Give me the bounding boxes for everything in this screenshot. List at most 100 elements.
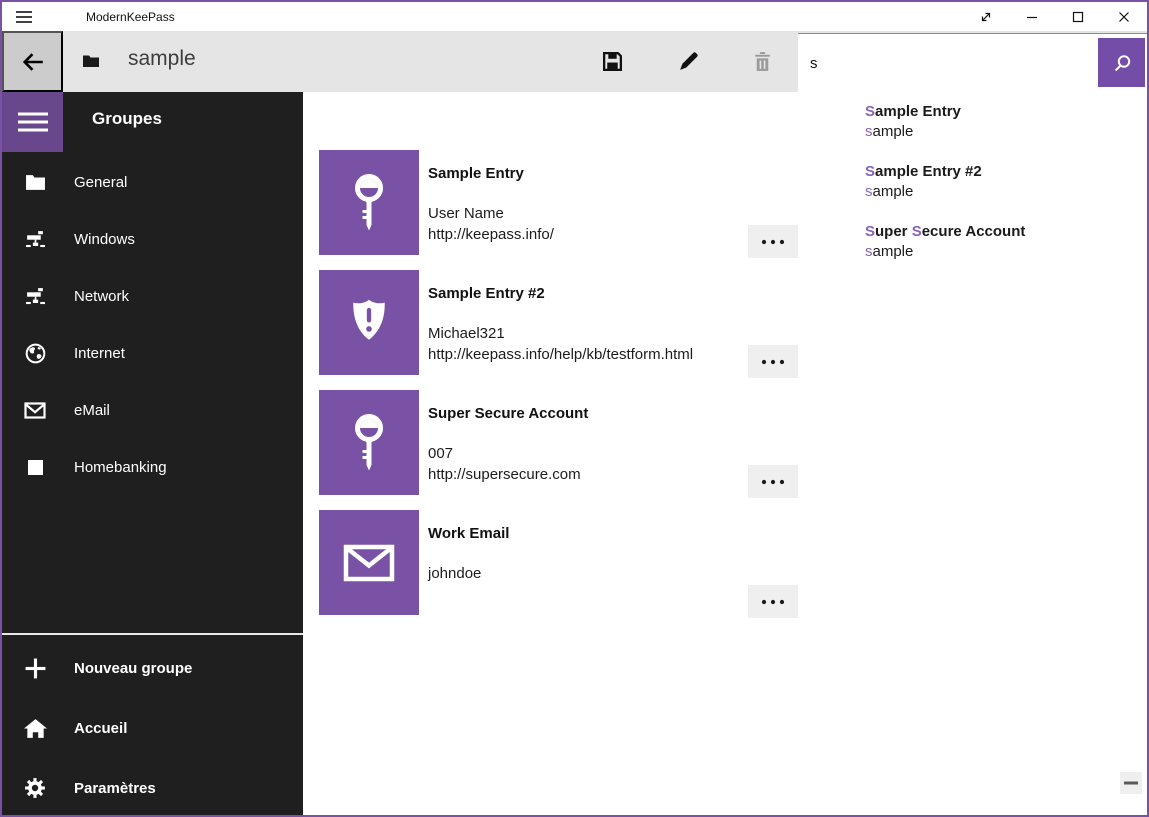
more-button[interactable] bbox=[748, 345, 798, 378]
delete-icon bbox=[751, 50, 774, 73]
sidebar-item-label: General bbox=[74, 174, 127, 191]
hamburger-icon bbox=[18, 111, 48, 133]
entry-row[interactable]: Super Secure Account 007 http://supersec… bbox=[319, 390, 839, 495]
search-box bbox=[798, 33, 1147, 92]
search-button[interactable] bbox=[1098, 38, 1145, 87]
group-title: sample bbox=[128, 47, 196, 71]
sidebar-hamburger-button[interactable] bbox=[2, 92, 63, 152]
search-result-title: Sample Entry #2 bbox=[865, 162, 1135, 182]
more-button[interactable] bbox=[748, 225, 798, 258]
sidebar-item-network[interactable]: Network bbox=[2, 268, 303, 325]
more-icon bbox=[759, 599, 787, 605]
entry-row[interactable]: Sample Entry #2 Michael321 http://keepas… bbox=[319, 270, 839, 375]
sidebar-divider bbox=[2, 633, 303, 635]
more-icon bbox=[759, 359, 787, 365]
sidebar-item-label: Paramètres bbox=[74, 780, 156, 797]
zoom-out-button[interactable] bbox=[1120, 772, 1142, 794]
home-icon bbox=[23, 718, 47, 739]
sidebar-item-label: Windows bbox=[74, 231, 135, 248]
sidebar-item-label: Network bbox=[74, 288, 129, 305]
sidebar-item-windows[interactable]: Windows bbox=[2, 211, 303, 268]
entry-tile bbox=[319, 150, 419, 255]
entry-url: http://keepass.info/ bbox=[428, 224, 554, 245]
entry-text: Super Secure Account 007 http://supersec… bbox=[428, 390, 588, 495]
sidebar-item-new-group[interactable]: Nouveau groupe bbox=[2, 638, 303, 698]
sidebar-item-label: Nouveau groupe bbox=[74, 660, 192, 677]
mail-icon bbox=[343, 544, 395, 582]
entry-tile bbox=[319, 510, 419, 615]
more-button[interactable] bbox=[748, 585, 798, 618]
search-result-title: Super Secure Account bbox=[865, 222, 1135, 242]
minimize-button[interactable] bbox=[1009, 2, 1055, 31]
entry-tile bbox=[319, 390, 419, 495]
minus-icon bbox=[1124, 781, 1138, 785]
search-result-item[interactable]: Sample Entry #2 sample bbox=[851, 152, 1147, 212]
entry-username: johndoe bbox=[428, 563, 509, 584]
back-icon bbox=[20, 49, 46, 75]
search-result-title: Sample Entry bbox=[865, 102, 1135, 122]
plus-icon bbox=[23, 657, 47, 680]
mail-icon bbox=[23, 402, 47, 419]
close-button[interactable] bbox=[1101, 2, 1147, 31]
network-icon bbox=[23, 287, 47, 306]
sidebar-item-label: Homebanking bbox=[74, 459, 167, 476]
square-icon bbox=[23, 459, 47, 476]
save-button[interactable] bbox=[586, 31, 638, 92]
entry-username: User Name bbox=[428, 203, 554, 224]
entry-url: http://supersecure.com bbox=[428, 464, 588, 485]
search-result-item[interactable]: Super Secure Account sample bbox=[851, 212, 1147, 272]
entry-text: Sample Entry #2 Michael321 http://keepas… bbox=[428, 270, 693, 375]
key-icon bbox=[347, 412, 391, 474]
groups-header: Groupes bbox=[92, 109, 162, 129]
entry-title: Sample Entry #2 bbox=[428, 284, 693, 304]
delete-button[interactable] bbox=[736, 31, 788, 92]
edit-icon bbox=[677, 50, 700, 73]
expand-icon bbox=[979, 10, 993, 24]
folder-icon bbox=[82, 54, 100, 73]
entry-text: Work Email johndoe bbox=[428, 510, 509, 615]
sidebar-item-general[interactable]: General bbox=[2, 154, 303, 211]
entry-url: http://keepass.info/help/kb/testform.htm… bbox=[428, 344, 693, 365]
key-icon bbox=[347, 172, 391, 234]
back-button[interactable] bbox=[2, 31, 63, 92]
command-bar: sample bbox=[2, 31, 1147, 92]
more-icon bbox=[759, 479, 787, 485]
window-title: ModernKeePass bbox=[86, 10, 175, 24]
minimize-icon bbox=[1025, 10, 1039, 24]
search-icon bbox=[1112, 53, 1132, 73]
more-button[interactable] bbox=[748, 465, 798, 498]
sidebar-item-internet[interactable]: Internet bbox=[2, 325, 303, 382]
shield-alert-icon bbox=[345, 297, 393, 349]
entry-row[interactable]: Work Email johndoe bbox=[319, 510, 839, 615]
entry-title: Work Email bbox=[428, 524, 509, 544]
sidebar-item-settings[interactable]: Paramètres bbox=[2, 758, 303, 817]
search-input[interactable] bbox=[798, 34, 1096, 93]
caption-buttons bbox=[963, 2, 1147, 31]
sidebar-item-label: Accueil bbox=[74, 720, 127, 737]
search-result-item[interactable]: Sample Entry sample bbox=[851, 92, 1147, 152]
entry-text: Sample Entry User Name http://keepass.in… bbox=[428, 150, 554, 255]
expand-button[interactable] bbox=[963, 2, 1009, 31]
search-suggestions: Sample Entry sample Sample Entry #2 samp… bbox=[851, 92, 1147, 272]
globe-icon bbox=[23, 343, 47, 364]
sidebar: Groupes General Windows Network bbox=[2, 92, 303, 815]
app-window: ModernKeePass sample bbox=[0, 0, 1149, 817]
titlebar-menu-button[interactable] bbox=[2, 2, 46, 31]
search-result-subtitle: sample bbox=[865, 122, 1135, 142]
close-icon bbox=[1117, 10, 1131, 24]
gear-icon bbox=[23, 777, 47, 799]
entry-title: Sample Entry bbox=[428, 164, 554, 184]
sidebar-item-label: Internet bbox=[74, 345, 125, 362]
search-result-subtitle: sample bbox=[865, 182, 1135, 202]
search-result-subtitle: sample bbox=[865, 242, 1135, 262]
maximize-button[interactable] bbox=[1055, 2, 1101, 31]
entry-row[interactable]: Sample Entry User Name http://keepass.in… bbox=[319, 150, 839, 255]
sidebar-item-email[interactable]: eMail bbox=[2, 382, 303, 439]
save-icon bbox=[601, 50, 624, 73]
entry-tile bbox=[319, 270, 419, 375]
sidebar-item-home[interactable]: Accueil bbox=[2, 698, 303, 758]
title-bar: ModernKeePass bbox=[2, 2, 1147, 31]
entry-username: 007 bbox=[428, 443, 588, 464]
sidebar-item-homebanking[interactable]: Homebanking bbox=[2, 439, 303, 496]
edit-button[interactable] bbox=[662, 31, 714, 92]
